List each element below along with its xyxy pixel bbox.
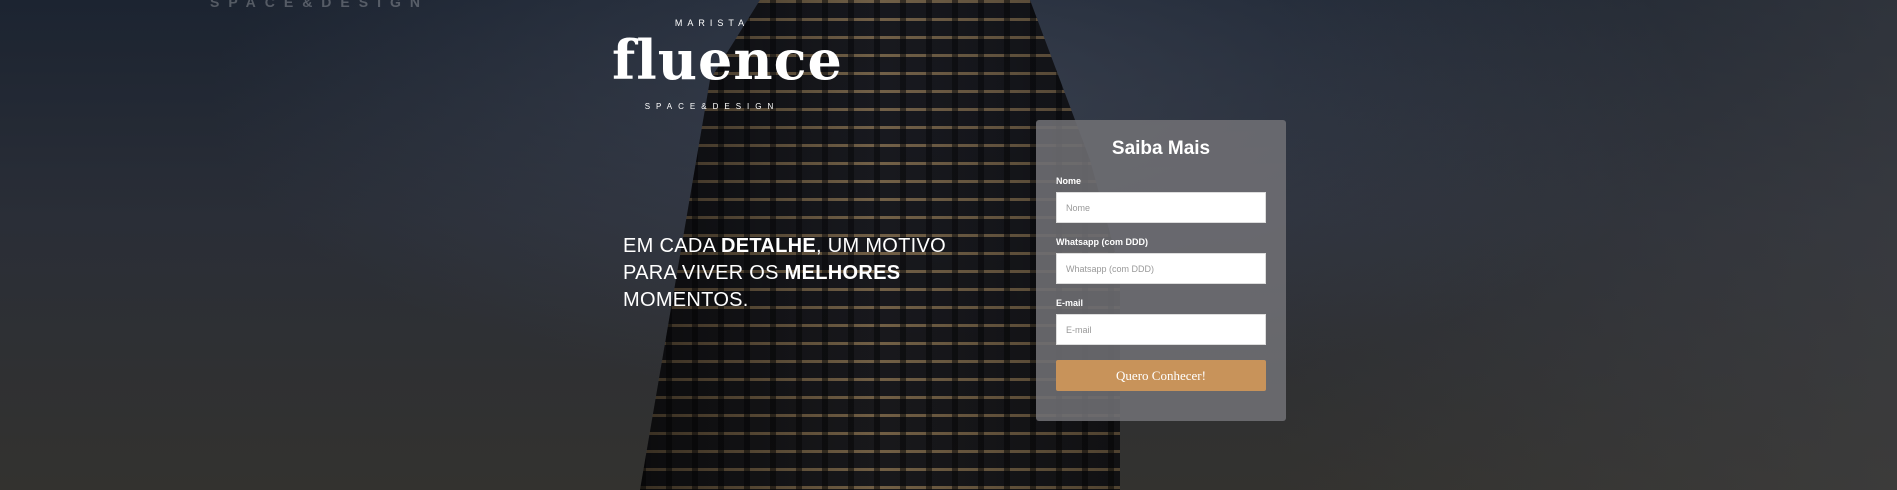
ghost-logo-text: SPACE&DESIGN [210, 0, 429, 10]
logo-bottom-text: SPACE&DESIGN [644, 102, 780, 111]
headline-part-1: EM CADA [623, 235, 721, 257]
lead-form: Saiba Mais Nome Whatsapp (com DDD) E-mai… [1036, 120, 1286, 421]
whatsapp-input[interactable] [1056, 253, 1266, 284]
email-label: E-mail [1056, 298, 1084, 308]
logo-top-text: MARISTA [674, 18, 750, 28]
submit-button[interactable]: Quero Conhecer! [1056, 360, 1266, 391]
hero-background-glow [1277, 0, 1897, 490]
form-title: Saiba Mais [1111, 138, 1211, 159]
headline-bold-1: DETALHE [720, 235, 817, 257]
headline-part-3: MOMENTOS. [623, 289, 749, 311]
logo-main-text: fluence [612, 28, 843, 92]
brand-logo: MARISTA fluence SPACE&DESIGN [612, 18, 843, 111]
whatsapp-label: Whatsapp (com DDD) [1056, 237, 1148, 247]
name-label: Nome [1056, 176, 1082, 186]
name-input[interactable] [1056, 192, 1266, 223]
headline-bold-2: MELHORES [784, 262, 901, 284]
hero-headline: EM CADA DETALHE, UM MOTIVO PARA VIVER OS… [623, 233, 963, 314]
email-input[interactable] [1056, 314, 1266, 345]
